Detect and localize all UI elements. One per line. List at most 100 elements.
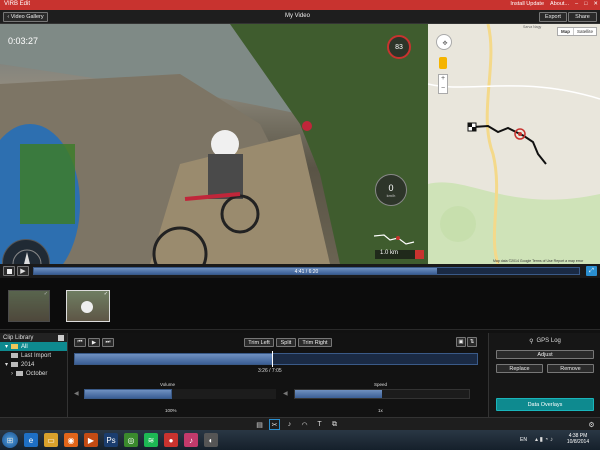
folder-icon	[16, 371, 23, 376]
clock-date: 10/8/2014	[566, 439, 590, 445]
virb-edit-taskbar-icon[interactable]: ●	[164, 433, 178, 447]
film-icon[interactable]: ▤	[254, 419, 265, 430]
text-icon[interactable]: T	[314, 419, 325, 430]
play-button[interactable]: ▶	[17, 266, 29, 276]
clip-check-icon: ✓	[43, 291, 48, 297]
map-pan-control[interactable]: ✥	[436, 34, 452, 50]
file-explorer-icon[interactable]: ▭	[44, 433, 58, 447]
scissors-icon[interactable]: ✂	[269, 419, 280, 430]
folder-icon	[11, 362, 19, 367]
split-button[interactable]: Split	[276, 338, 296, 347]
settings-gear-icon[interactable]: ⚙	[586, 419, 597, 430]
gauge-icon[interactable]: ◠	[299, 419, 310, 430]
trim-right-button[interactable]: Trim Right	[298, 338, 332, 347]
gps-log-header: ⚲ GPS Log	[489, 338, 600, 345]
clip-library-title: Clip Library	[3, 334, 34, 341]
trim-left-button[interactable]: Trim Left	[244, 338, 274, 347]
zoom-out-icon[interactable]: −	[439, 85, 447, 94]
go-to-end-button[interactable]: ⏭	[102, 338, 114, 347]
speed-value: 0	[388, 182, 394, 193]
speed-fill	[295, 390, 382, 398]
clip-editor-panel: ⏮ ▶ ⏭ Trim Left Split Trim Right ▣ ⇅ 3:2…	[68, 333, 488, 417]
map-tab[interactable]: Map	[558, 28, 573, 35]
clip-playhead[interactable]	[271, 351, 273, 367]
speed-unit: km/h	[386, 192, 396, 198]
editor-play-button[interactable]: ▶	[88, 338, 100, 347]
clip-timeline[interactable]	[74, 353, 478, 365]
play-icon: ▶	[20, 268, 26, 275]
sync-button[interactable]: ⇅	[467, 337, 477, 347]
remove-button[interactable]: Remove	[547, 364, 594, 373]
browser-app-icon[interactable]: ◐	[204, 433, 218, 447]
street-view-pegman-icon[interactable]	[439, 57, 447, 69]
export-button[interactable]: Export	[539, 12, 567, 22]
expand-icon: ⤢	[589, 267, 594, 274]
clip-library-panel: Clip Library ▾ All Last Import ▾ 2014 › …	[0, 333, 68, 417]
volume-value: 100%	[165, 408, 177, 413]
bottom-tool-bar: ▤ ✂ ♪ ◠ T ⧉ ⚙	[0, 417, 600, 430]
video-gallery-button[interactable]: ‹ Video Gallery	[3, 12, 48, 22]
clip-thumbnail-selected[interactable]: ✓	[66, 290, 110, 322]
volume-label: Volume	[160, 382, 176, 387]
tool-buttons: ▤ ✂ ♪ ◠ T ⧉	[254, 419, 340, 430]
install-update-link[interactable]: Install Update	[510, 1, 544, 7]
chrome-icon[interactable]: ◎	[124, 433, 138, 447]
library-item-all[interactable]: ▾ All	[0, 342, 67, 351]
music-note-icon[interactable]: ♪	[284, 419, 295, 430]
start-button[interactable]: ⊞	[2, 432, 18, 448]
go-to-start-button[interactable]: ⏮	[74, 338, 86, 347]
share-button[interactable]: Share	[568, 12, 597, 22]
clip-thumbnail[interactable]: ✓	[8, 290, 50, 322]
library-item-label: 2014	[21, 361, 35, 368]
windows-taskbar: ⊞ e ▭ ◉ ▶ Ps ◎ ≋ ● ♪ ◐ EN ▴ ▮ ◔ ♪ 4:38 P…	[0, 430, 600, 450]
transition-icon[interactable]: ⧉	[329, 419, 340, 430]
snapshot-button[interactable]: ▣	[456, 337, 466, 347]
library-item-2014[interactable]: ▾ 2014	[0, 360, 67, 369]
collapse-arrow-icon: ›	[11, 370, 13, 377]
photoshop-icon[interactable]: Ps	[104, 433, 118, 447]
tray-icons[interactable]: ▴ ▮ ◔ ♪	[535, 436, 553, 443]
compass-gauge	[2, 239, 50, 264]
library-item-october[interactable]: › October	[0, 369, 67, 378]
about-link[interactable]: About...	[550, 1, 569, 7]
clip-time: 3:26 / 7:05	[258, 368, 282, 374]
map-attribution: Map data ©2014 Google Terms of Use Repor…	[493, 259, 584, 263]
replace-button[interactable]: Replace	[496, 364, 543, 373]
playback-timeline[interactable]: 4:41 / 6:20	[33, 267, 580, 275]
minimize-button[interactable]: –	[575, 1, 578, 7]
data-overlays-button[interactable]: Data Overlays	[496, 398, 594, 411]
app-title: VIRB Edit	[4, 1, 31, 7]
spotify-icon[interactable]: ≋	[144, 433, 158, 447]
folder-icon	[11, 353, 18, 358]
map-town-label: Sarva Nagy	[523, 25, 542, 29]
mini-track-overlay	[373, 234, 415, 245]
library-item-last-import[interactable]: Last Import	[0, 351, 67, 360]
media-app-icon[interactable]: ♪	[184, 433, 198, 447]
add-folder-icon[interactable]	[58, 334, 64, 341]
top-toolbar: ‹ Video Gallery My Video Export Share	[0, 10, 600, 24]
clip-progress-fill	[75, 354, 272, 364]
adjust-button[interactable]: Adjust	[496, 350, 594, 359]
input-language[interactable]: EN	[520, 437, 527, 443]
zoom-in-icon[interactable]: +	[439, 75, 447, 85]
library-item-label: Last Import	[21, 352, 52, 359]
gps-map[interactable]: ✥ + − Map Satellite Sarva Nagy Map data …	[428, 24, 600, 264]
media-player-icon[interactable]: ▶	[84, 433, 98, 447]
fullscreen-button[interactable]: ⤢	[586, 266, 597, 276]
satellite-tab[interactable]: Satellite	[572, 28, 596, 35]
camera-icon: ▣	[458, 339, 464, 345]
distance-color-swatch	[415, 250, 424, 259]
volume-slider[interactable]	[84, 389, 172, 399]
video-preview[interactable]: 0:03:27 83 0 km/h 1.0 km	[0, 24, 428, 264]
slow-icon: ◀	[283, 391, 288, 397]
stop-button[interactable]	[3, 266, 15, 276]
sync-icon: ⇅	[469, 339, 475, 345]
playback-time: 4:41 / 6:20	[294, 269, 319, 275]
zoom-control[interactable]: + −	[438, 74, 448, 94]
maximize-button[interactable]: □	[584, 1, 587, 7]
clock[interactable]: 4:38 PM 10/8/2014	[563, 433, 593, 445]
speed-slider[interactable]	[294, 389, 470, 399]
close-button[interactable]: ✕	[593, 1, 598, 7]
firefox-icon[interactable]: ◉	[64, 433, 78, 447]
internet-explorer-icon[interactable]: e	[24, 433, 38, 447]
